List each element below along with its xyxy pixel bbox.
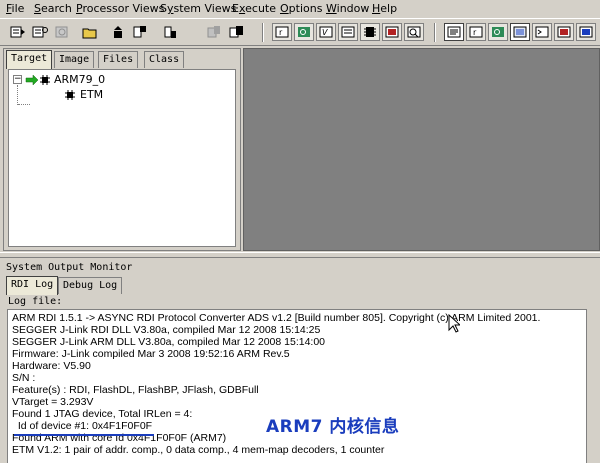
menu-options[interactable]: Options xyxy=(280,2,322,15)
log-output[interactable]: ARM RDI 1.5.1 -> ASYNC RDI Protocol Conv… xyxy=(7,309,587,463)
memory-view-icon[interactable] xyxy=(360,23,380,41)
menu-file[interactable]: File xyxy=(6,2,24,15)
memory-icon[interactable] xyxy=(130,23,150,41)
locals-window-icon[interactable] xyxy=(576,23,596,41)
log-line: S/N : xyxy=(12,372,36,384)
log-line: Found 1 JTAG device, Total IRLen = 4: xyxy=(12,408,193,420)
tab-image[interactable]: Image xyxy=(54,51,95,68)
console-window-icon[interactable] xyxy=(532,23,552,41)
menu-system-views[interactable]: System Views xyxy=(160,2,236,15)
log-line: ETM V1.2: 1 pair of addr. comp., 0 data … xyxy=(12,444,385,456)
collapse-icon[interactable]: − xyxy=(13,75,22,84)
tree-label: ETM xyxy=(80,88,104,101)
registers-view-icon[interactable]: r xyxy=(272,23,292,41)
mouse-cursor-icon xyxy=(448,314,460,333)
menu-processor-views[interactable]: Processor Views xyxy=(76,2,164,15)
find-view-icon[interactable] xyxy=(404,23,424,41)
tab-target[interactable]: Target xyxy=(6,50,53,69)
menu-execute[interactable]: Execute xyxy=(232,2,276,15)
watch-view-icon[interactable] xyxy=(338,23,358,41)
tab-debug-log[interactable]: Debug Log xyxy=(58,277,123,294)
log-file-label: Log file: xyxy=(8,296,63,307)
registers-window-icon[interactable]: r xyxy=(466,23,486,41)
menu-search[interactable]: Search xyxy=(34,2,72,15)
upload-icon[interactable] xyxy=(108,23,128,41)
memory-window-icon[interactable] xyxy=(554,23,574,41)
toolbar-separator xyxy=(434,23,436,42)
log-line: Firmware: J-Link compiled Mar 3 2008 19:… xyxy=(12,348,290,360)
log-line: VTarget = 3.293V xyxy=(12,396,94,408)
disassembly-view-icon[interactable] xyxy=(382,23,402,41)
tree-label: ARM79_0 xyxy=(54,73,106,86)
toolbar-separator xyxy=(262,23,264,42)
tree-connector xyxy=(18,104,30,106)
svg-text:V: V xyxy=(322,28,328,37)
breakpoint-icon[interactable] xyxy=(204,23,224,41)
tab-rdi-log[interactable]: RDI Log xyxy=(6,276,59,295)
open-folder-icon[interactable] xyxy=(80,23,100,41)
source-view-icon[interactable] xyxy=(444,23,464,41)
highlight-underline xyxy=(14,434,154,436)
workspace-area xyxy=(243,48,600,251)
watchpoint-icon[interactable] xyxy=(226,23,246,41)
log-line: SEGGER J-Link ARM DLL V3.80a, compiled M… xyxy=(12,336,326,348)
log-line: Id of device #1: 0x4F1F0F0F xyxy=(12,420,153,432)
tree-item-etm[interactable]: ETM xyxy=(64,88,103,101)
variables-view-icon[interactable]: V xyxy=(316,23,336,41)
target-panel: Target Image Files Class − ARM79_0 ETM xyxy=(3,48,241,251)
output-window-icon[interactable] xyxy=(510,23,530,41)
menu-window[interactable]: Window xyxy=(326,2,369,15)
log-line: Hardware: V5.90 xyxy=(12,360,91,372)
search-view-icon[interactable] xyxy=(294,23,314,41)
tab-files[interactable]: Files xyxy=(98,51,139,68)
reload-image-icon[interactable] xyxy=(30,23,50,41)
menu-bar: File Search Processor Views System Views… xyxy=(0,0,600,18)
download-icon[interactable] xyxy=(160,23,180,41)
log-line: SEGGER J-Link RDI DLL V3.80a, compiled M… xyxy=(12,324,321,336)
toolbar: r V r xyxy=(0,18,600,46)
chip-icon xyxy=(40,74,50,85)
load-image-icon[interactable] xyxy=(8,23,28,41)
splitter[interactable] xyxy=(0,252,600,258)
settings-icon[interactable] xyxy=(52,23,72,41)
panel-title: System Output Monitor xyxy=(6,262,133,273)
menu-help[interactable]: Help xyxy=(372,2,397,15)
tab-class[interactable]: Class xyxy=(144,51,185,68)
log-line: Feature(s) : RDI, FlashDL, FlashBP, JFla… xyxy=(12,384,259,396)
annotation-label: ARM7 内核信息 xyxy=(266,417,400,437)
tree-item-arm79[interactable]: − ARM79_0 xyxy=(13,73,105,86)
log-line: ARM RDI 1.5.1 -> ASYNC RDI Protocol Conv… xyxy=(12,312,541,324)
arrow-right-icon xyxy=(25,74,39,85)
search-window-icon[interactable] xyxy=(488,23,508,41)
tree-connector xyxy=(17,85,19,105)
chip-icon xyxy=(65,89,75,100)
target-tree: − ARM79_0 ETM xyxy=(8,69,236,247)
